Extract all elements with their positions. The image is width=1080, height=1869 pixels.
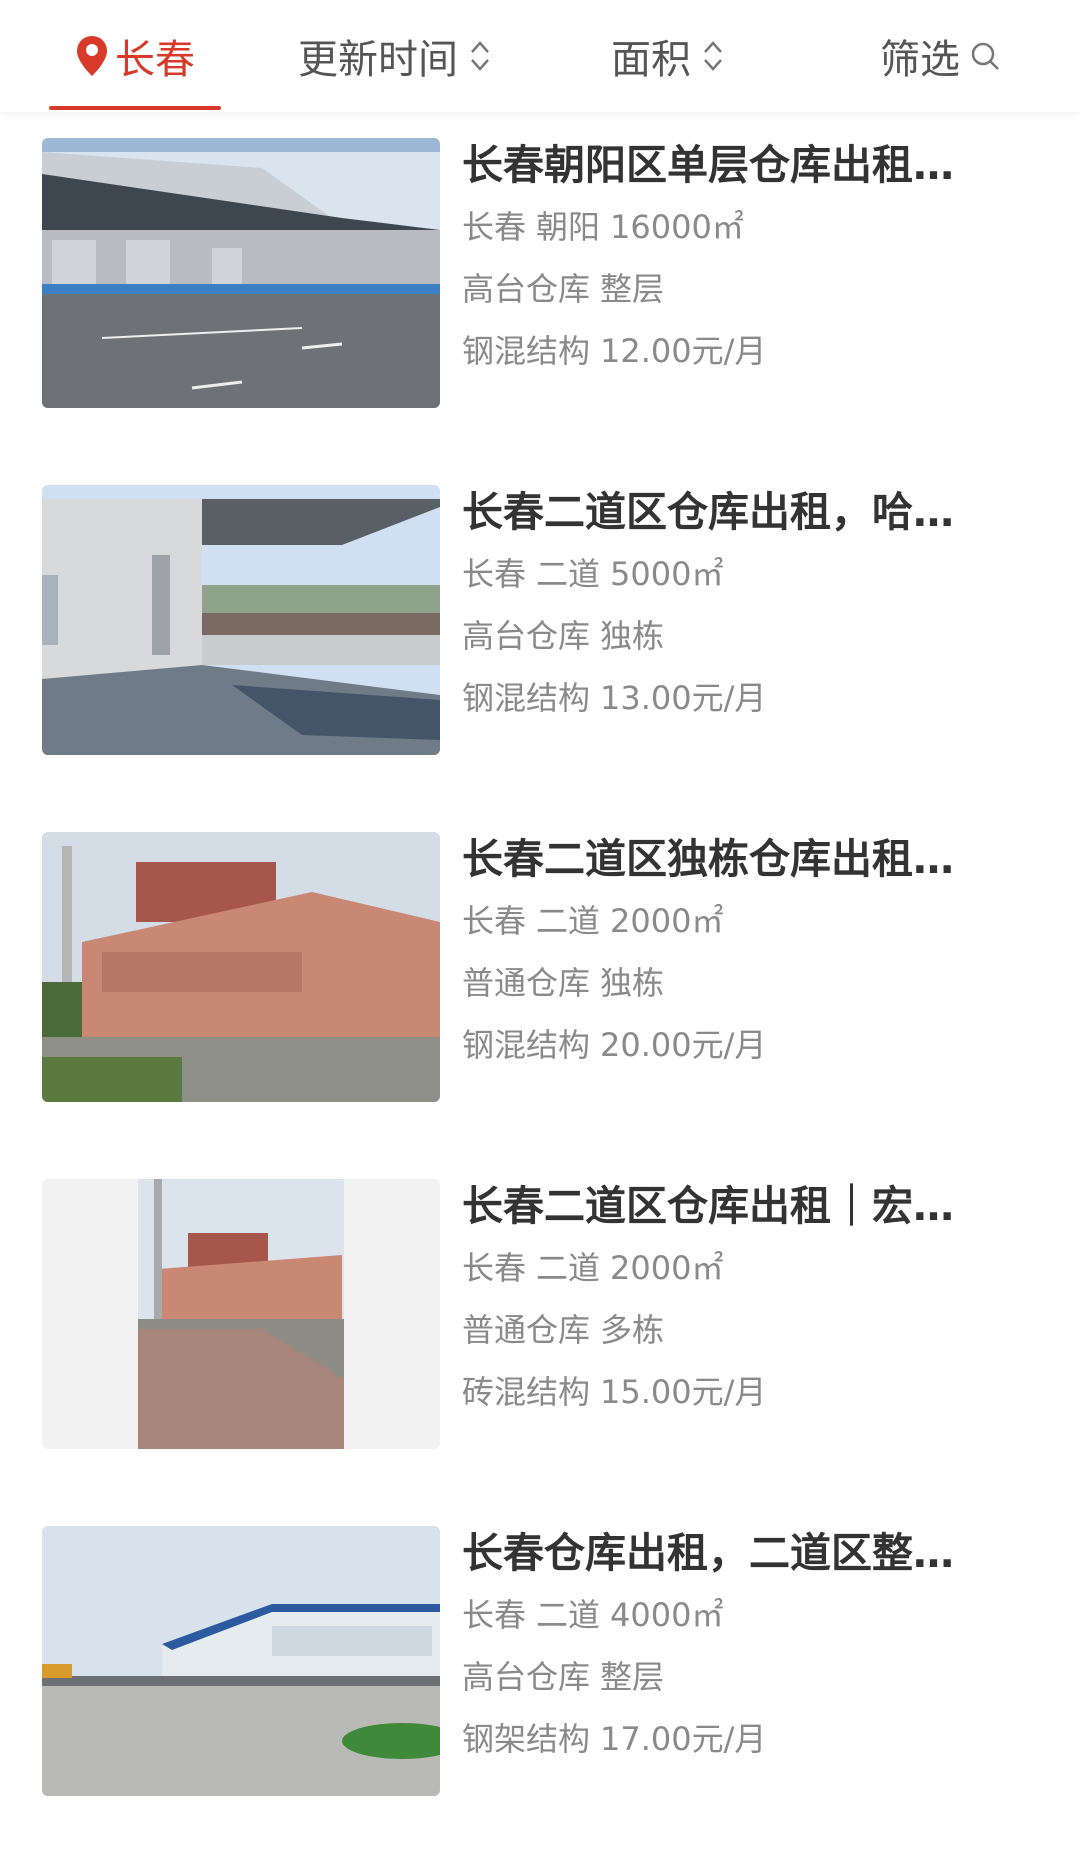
listing-photo <box>42 832 440 1102</box>
listing-card[interactable]: 长春仓库出租，二道区整… 长春 二道 4000㎡ 高台仓库 整层 钢架结构 17.00元… <box>0 1500 1080 1847</box>
listing-info: 长春朝阳区单层仓库出租… 长春 朝阳 16000㎡ 高台仓库 整层 钢混结构 12.00… <box>462 134 1022 382</box>
listing-city: 长春 <box>462 1249 527 1287</box>
listing-city: 长春 <box>462 902 527 940</box>
listing-layout: 独栋 <box>600 964 665 1002</box>
listing-type: 普通仓库 独栋 <box>462 952 1022 1014</box>
sort-updown-icon <box>471 41 489 71</box>
sort-by-update-time[interactable]: 更新时间 <box>298 0 492 112</box>
listing-location: 长春 二道 2000㎡ <box>462 1237 1022 1299</box>
listing-layout: 多栋 <box>600 1311 665 1349</box>
listing-card[interactable]: 长春朝阳区单层仓库出租… 长春 朝阳 16000㎡ 高台仓库 整层 钢混结构 12.00… <box>0 112 1080 459</box>
listing-warehouse-type: 高台仓库 <box>462 1658 591 1696</box>
listing-photo <box>42 485 440 755</box>
listing-price: 20.00元/月 <box>600 1026 767 1064</box>
listing-area: 2000㎡ <box>610 902 724 940</box>
listing-type: 高台仓库 整层 <box>462 258 1022 320</box>
listing-price: 12.00元/月 <box>600 332 767 370</box>
listing-layout: 整层 <box>600 1658 665 1696</box>
sort-area-label: 面积 <box>611 37 691 83</box>
listing-type: 高台仓库 整层 <box>462 1646 1022 1708</box>
listing-structure-price: 钢混结构 20.00元/月 <box>462 1014 1022 1076</box>
listing-structure: 钢架结构 <box>462 1720 591 1758</box>
listing-photo <box>42 138 440 408</box>
sort-time-label: 更新时间 <box>298 37 458 83</box>
listing-structure-price: 钢架结构 17.00元/月 <box>462 1708 1022 1770</box>
location-pin-icon <box>77 36 107 76</box>
listing-area: 2000㎡ <box>610 1249 724 1287</box>
listing-layout: 独栋 <box>600 617 665 655</box>
listing-price: 15.00元/月 <box>600 1373 767 1411</box>
listing-structure-price: 钢混结构 12.00元/月 <box>462 320 1022 382</box>
listing-city: 长春 <box>462 555 527 593</box>
listing-title: 长春二道区独栋仓库出租… <box>462 835 954 883</box>
listing-title: 长春二道区仓库出租，哈… <box>462 488 954 536</box>
listing-layout: 整层 <box>600 270 665 308</box>
listing-photo <box>42 1179 440 1449</box>
listing-warehouse-type: 高台仓库 <box>462 270 591 308</box>
listing-area: 4000㎡ <box>610 1596 724 1634</box>
listing-location: 长春 二道 4000㎡ <box>462 1584 1022 1646</box>
listing-district: 二道 <box>536 1596 601 1634</box>
listing-location: 长春 二道 2000㎡ <box>462 890 1022 952</box>
city-label: 长春 <box>115 37 195 83</box>
sort-updown-icon <box>704 41 722 71</box>
listing-structure: 砖混结构 <box>462 1373 591 1411</box>
listing-type: 普通仓库 多栋 <box>462 1299 1022 1361</box>
active-tab-underline <box>49 106 221 110</box>
listing-city: 长春 <box>462 1596 527 1634</box>
listing-district: 二道 <box>536 1249 601 1287</box>
listing-warehouse-type: 普通仓库 <box>462 1311 591 1349</box>
listing-structure: 钢混结构 <box>462 679 591 717</box>
listing-info: 长春仓库出租，二道区整… 长春 二道 4000㎡ 高台仓库 整层 钢架结构 17.00元… <box>462 1522 1022 1770</box>
listing-info: 长春二道区仓库出租，哈… 长春 二道 5000㎡ 高台仓库 独栋 钢混结构 13.00元… <box>462 481 1022 729</box>
listing-info: 长春二道区仓库出租｜宏… 长春 二道 2000㎡ 普通仓库 多栋 砖混结构 15.00元… <box>462 1175 1022 1423</box>
listing-price: 13.00元/月 <box>600 679 767 717</box>
listing-type: 高台仓库 独栋 <box>462 605 1022 667</box>
filter-button[interactable]: 筛选 <box>880 0 1000 112</box>
listing-district: 二道 <box>536 555 601 593</box>
listing-info: 长春二道区独栋仓库出租… 长春 二道 2000㎡ 普通仓库 独栋 钢混结构 20.00元… <box>462 828 1022 1076</box>
filter-label: 筛选 <box>880 37 960 83</box>
listing-location: 长春 朝阳 16000㎡ <box>462 196 1022 258</box>
city-selector[interactable]: 长春 <box>49 0 221 112</box>
listing-title: 长春朝阳区单层仓库出租… <box>462 141 954 189</box>
listing-photo <box>42 1526 440 1796</box>
listing-location: 长春 二道 5000㎡ <box>462 543 1022 605</box>
sort-by-area[interactable]: 面积 <box>611 0 725 112</box>
listing-structure-price: 钢混结构 13.00元/月 <box>462 667 1022 729</box>
listing-price: 17.00元/月 <box>600 1720 767 1758</box>
listing-title: 长春仓库出租，二道区整… <box>462 1529 954 1577</box>
listing-title: 长春二道区仓库出租｜宏… <box>462 1182 954 1230</box>
listing-structure: 钢混结构 <box>462 332 591 370</box>
filter-bar: 长春 更新时间 面积 筛选 <box>0 0 1080 112</box>
listing-structure: 钢混结构 <box>462 1026 591 1064</box>
listing-city: 长春 <box>462 208 527 246</box>
search-icon <box>971 42 999 70</box>
listing-card[interactable]: 长春二道区仓库出租｜宏… 长春 二道 2000㎡ 普通仓库 多栋 砖混结构 15.00元… <box>0 1153 1080 1500</box>
warehouse-listing: 长春朝阳区单层仓库出租… 长春 朝阳 16000㎡ 高台仓库 整层 钢混结构 12.00… <box>0 112 1080 1847</box>
listing-district: 二道 <box>536 902 601 940</box>
listing-warehouse-type: 高台仓库 <box>462 617 591 655</box>
listing-card[interactable]: 长春二道区仓库出租，哈… 长春 二道 5000㎡ 高台仓库 独栋 钢混结构 13.00元… <box>0 459 1080 806</box>
listing-structure-price: 砖混结构 15.00元/月 <box>462 1361 1022 1423</box>
listing-area: 5000㎡ <box>610 555 724 593</box>
listing-warehouse-type: 普通仓库 <box>462 964 591 1002</box>
listing-district: 朝阳 <box>536 208 601 246</box>
listing-card[interactable]: 长春二道区独栋仓库出租… 长春 二道 2000㎡ 普通仓库 独栋 钢混结构 20.00元… <box>0 806 1080 1153</box>
listing-area: 16000㎡ <box>610 208 744 246</box>
